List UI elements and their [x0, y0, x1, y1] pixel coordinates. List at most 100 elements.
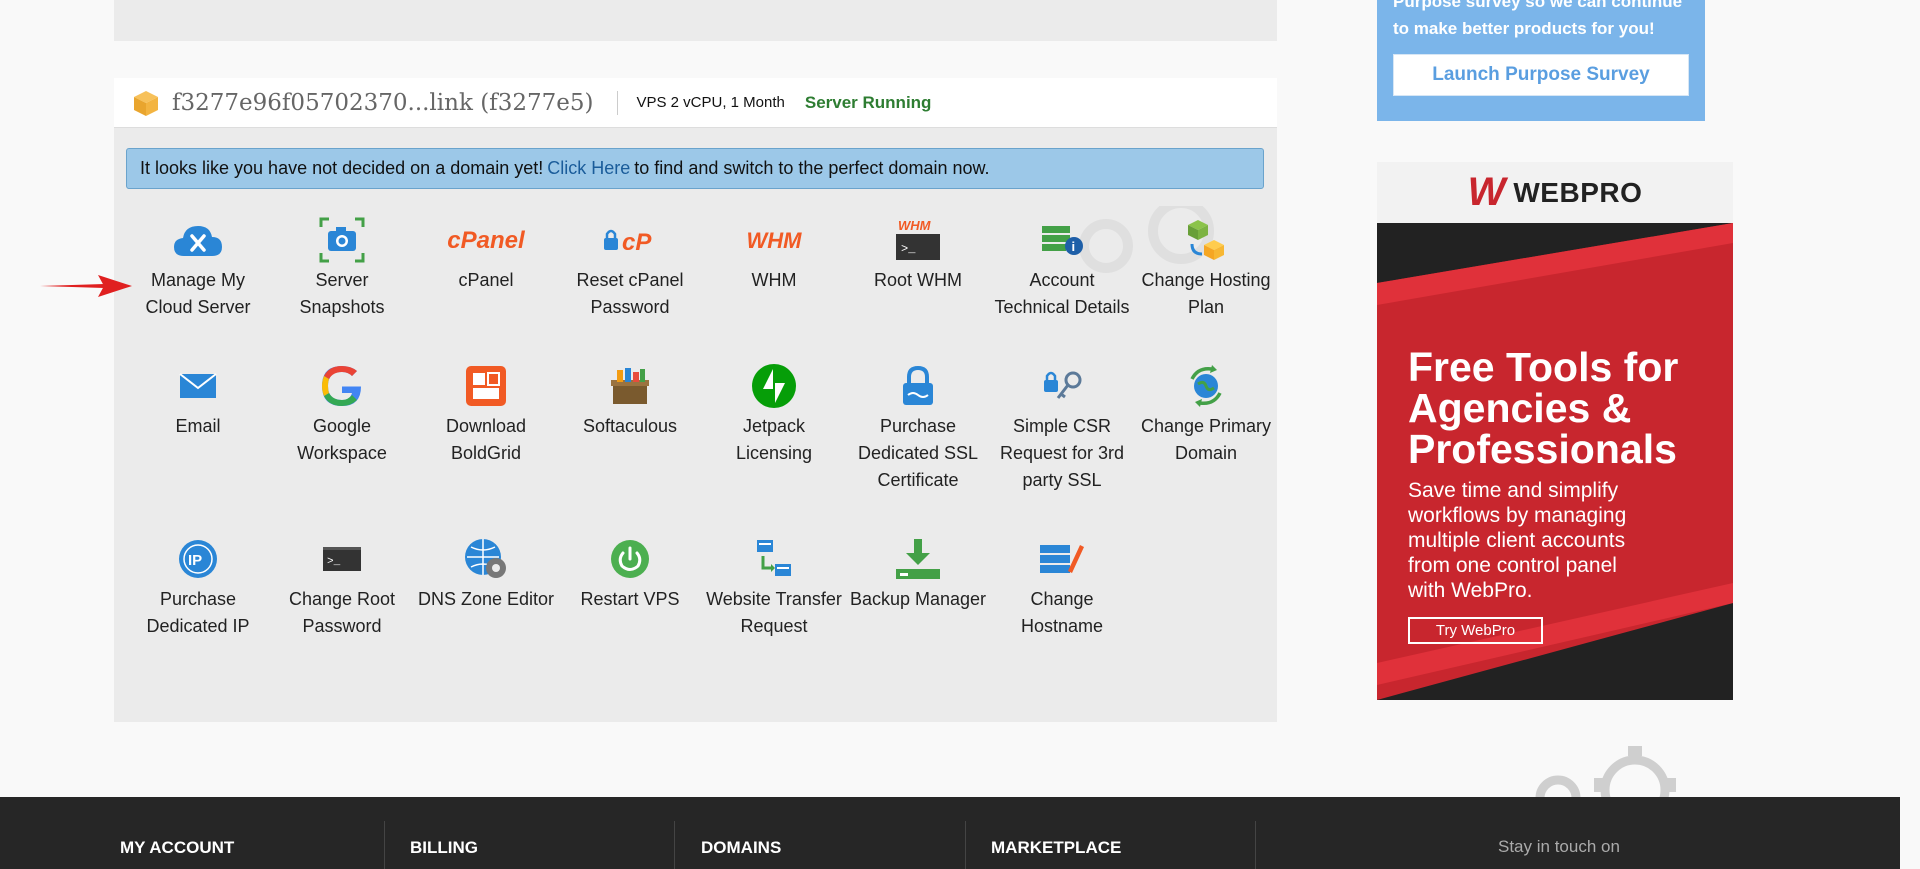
previous-panel-block [114, 0, 1277, 41]
boldgrid-icon [466, 366, 506, 406]
tile-manage-cloud-server[interactable]: Manage My Cloud Server [128, 213, 268, 321]
webpro-logo-text: WEBPRO [1513, 176, 1643, 208]
tile-label: Website Transfer Request [706, 589, 842, 636]
tile-purchase-dedicated-ip[interactable]: IP Purchase Dedicated IP [128, 532, 268, 640]
footer-gears-icon [1535, 746, 1676, 800]
tile-label: Server Snapshots [299, 270, 385, 317]
cpanel-icon: cPanel [447, 226, 525, 254]
svg-text:cP: cP [622, 229, 652, 256]
tile-label: Restart VPS [580, 589, 680, 609]
tile-simple-csr-request[interactable]: Simple CSR Request for 3rd party SSL [992, 359, 1132, 494]
softaculous-icon [611, 368, 649, 404]
alert-text: It looks like you have not decided on a … [140, 158, 544, 178]
key-icon [1044, 371, 1082, 399]
cloud-wrench-icon [174, 226, 222, 256]
lock-cpanel-icon: cP [604, 229, 652, 256]
download-backup-icon [896, 539, 940, 579]
server-plan: VPS 2 vCPU, 1 Month [636, 94, 785, 111]
tile-download-boldgrid[interactable]: Download BoldGrid [416, 359, 556, 467]
tile-label: cPanel [458, 270, 514, 290]
envelope-icon [179, 373, 217, 398]
tile-restart-vps[interactable]: Restart VPS [560, 532, 700, 613]
tile-dns-zone-editor[interactable]: DNS Zone Editor [416, 532, 556, 613]
tile-change-root-password[interactable]: >_ Change Root Password [272, 532, 412, 640]
server-header: f3277e96f05702370...link (f3277e5) VPS 2… [114, 78, 1277, 128]
tile-email[interactable]: Email [128, 359, 268, 440]
jetpack-icon [752, 364, 796, 408]
tile-jetpack-licensing[interactable]: Jetpack Licensing [704, 359, 844, 467]
svg-text:>_: >_ [901, 242, 916, 256]
tile-label: Backup Manager [849, 589, 987, 609]
alert-text-suffix: to find and switch to the perfect domain… [634, 158, 990, 178]
tile-label: Google Workspace [297, 416, 387, 463]
webpro-ad[interactable]: W WEBPRO Free Tools for Agencies & Profe… [1377, 162, 1733, 700]
ip-icon: IP [179, 540, 217, 578]
tile-google-workspace[interactable]: Google Workspace [272, 359, 412, 467]
tile-change-primary-domain[interactable]: Change Primary Domain [1136, 359, 1276, 467]
pointer-arrow-icon [40, 275, 132, 297]
tile-purchase-dedicated-ssl[interactable]: Purchase Dedicated SSL Certificate [848, 359, 988, 494]
footer-marketplace[interactable]: MARKETPLACE [991, 838, 1121, 858]
alert-click-here-link[interactable]: Click Here [547, 158, 630, 179]
survey-banner: Purpose survey so we can continue to mak… [1377, 0, 1705, 121]
tile-softaculous[interactable]: Softaculous [560, 359, 700, 440]
domain-alert: It looks like you have not decided on a … [126, 148, 1264, 189]
svg-text:WHM: WHM [898, 218, 932, 233]
svg-text:>_: >_ [327, 556, 341, 568]
footer-divider [965, 821, 966, 869]
webpro-logo: W WEBPRO [1377, 162, 1733, 223]
try-webpro-button[interactable]: Try WebPro [1408, 617, 1543, 644]
tile-label: Simple CSR Request for 3rd party SSL [999, 416, 1125, 490]
tile-label: WHM [751, 270, 797, 290]
globe-refresh-icon [1190, 365, 1222, 407]
camera-icon [319, 217, 365, 263]
tile-cpanel[interactable]: cPanel cPanel [416, 213, 556, 294]
tile-label: Manage My Cloud Server [145, 270, 251, 317]
tile-label: Jetpack Licensing [735, 416, 813, 463]
server-panel: f3277e96f05702370...link (f3277e5) VPS 2… [114, 78, 1277, 722]
transfer-icon [757, 540, 791, 576]
tile-backup-manager[interactable]: Backup Manager [848, 532, 988, 613]
google-icon [322, 366, 361, 406]
footer-my-account[interactable]: MY ACCOUNT [120, 838, 234, 858]
header-divider [617, 90, 619, 115]
server-name: f3277e96f05702370...link (f3277e5) [172, 89, 594, 116]
tile-account-technical-details[interactable]: i Account Technical Details [992, 213, 1132, 321]
tile-label: Root WHM [873, 270, 962, 290]
tile-label: Reset cPanel Password [576, 270, 684, 317]
footer-domains[interactable]: DOMAINS [701, 838, 781, 858]
webpro-logo-mark: W [1467, 170, 1506, 214]
ad-body: Free Tools for Agencies & Professionals … [1377, 223, 1733, 700]
footer-divider [384, 821, 385, 869]
tile-label: Change Root Password [288, 589, 396, 636]
tile-reset-cpanel-password[interactable]: cP Reset cPanel Password [560, 213, 700, 321]
tile-label: Change Primary Domain [1140, 416, 1272, 463]
whm-icon: WHM [746, 227, 802, 253]
terminal-icon: >_ [323, 547, 361, 571]
footer-billing[interactable]: BILLING [410, 838, 478, 858]
tile-label: Change Hostname [1020, 589, 1104, 636]
hostname-edit-icon [1040, 545, 1084, 573]
tile-whm[interactable]: WHM WHM [704, 213, 844, 294]
ssl-lock-icon [903, 365, 933, 405]
survey-text: Purpose survey so we can continue to mak… [1393, 0, 1683, 38]
tile-root-whm[interactable]: WHM >_ Root WHM [848, 213, 988, 294]
dns-globe-gear-icon [465, 539, 506, 578]
server-status: Server Running [804, 92, 932, 112]
tile-change-hosting-plan[interactable]: Change Hosting Plan [1136, 213, 1276, 321]
tile-label: Purchase Dedicated IP [146, 589, 250, 636]
svg-text:i: i [1072, 239, 1076, 254]
tile-website-transfer-request[interactable]: Website Transfer Request [704, 532, 844, 640]
tile-label: Change Hosting Plan [1141, 270, 1271, 317]
tile-label: Download BoldGrid [445, 416, 527, 463]
footer: MY ACCOUNT BILLING DOMAINS MARKETPLACE S… [0, 797, 1900, 869]
tile-change-hostname[interactable]: Change Hostname [992, 532, 1132, 640]
tile-label: Softaculous [582, 416, 678, 436]
tile-server-snapshots[interactable]: Server Snapshots [272, 213, 412, 321]
tile-label: Purchase Dedicated SSL Certificate [857, 416, 979, 490]
tile-label: Account Technical Details [994, 270, 1130, 317]
ad-description: Save time and simplify workflows by mana… [1408, 479, 1627, 602]
tile-label: Email [175, 416, 221, 436]
launch-survey-button[interactable]: Launch Purpose Survey [1393, 54, 1689, 96]
ad-title: Free Tools for Agencies & Professionals [1408, 344, 1679, 472]
